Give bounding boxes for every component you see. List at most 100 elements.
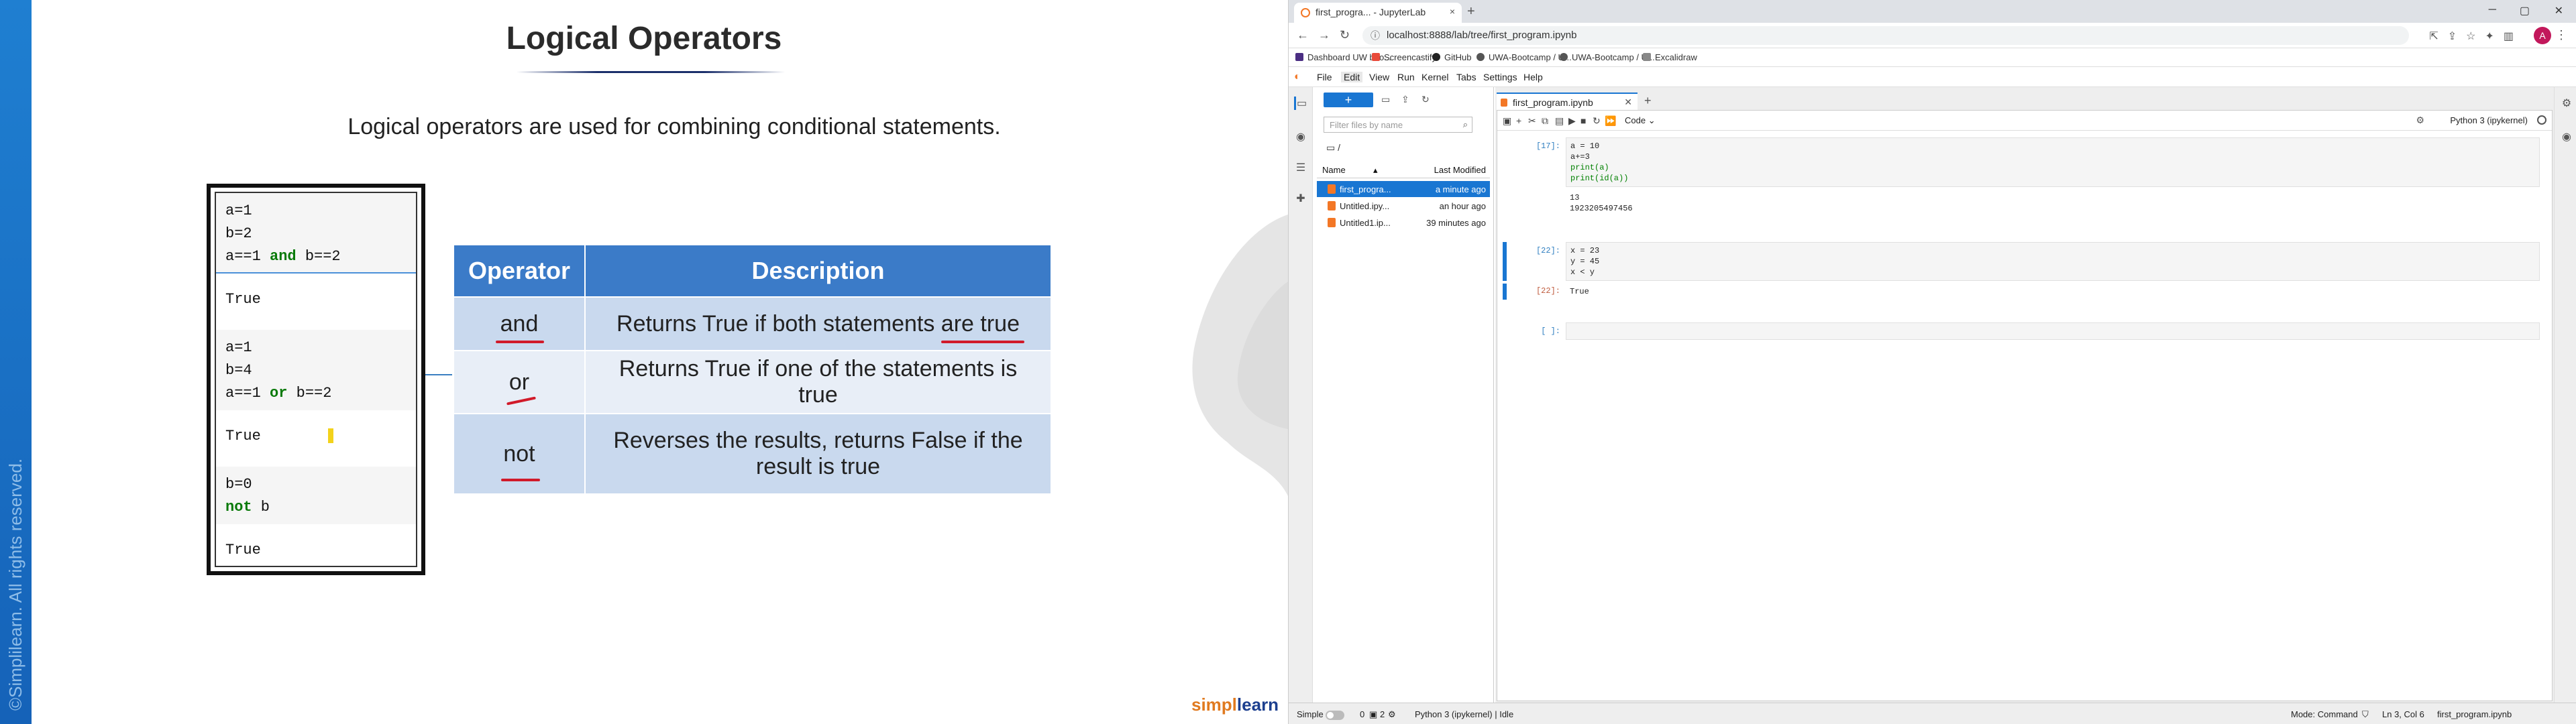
browser-tab[interactable]: first_progra... - JupyterLab × (1294, 3, 1462, 23)
upload-icon[interactable]: ⇪ (1401, 94, 1409, 105)
maximize-icon[interactable]: ▢ (2520, 4, 2530, 17)
current-file: first_program.ipynb (2437, 709, 2512, 719)
close-window-icon[interactable]: ✕ (2555, 4, 2563, 17)
file-row[interactable]: Untitled1.ip... 39 minutes ago (1317, 215, 1490, 231)
menu-file[interactable]: File (1317, 72, 1332, 82)
bookmark-item[interactable]: Excalidraw (1643, 52, 1697, 62)
output-text: True (225, 428, 261, 444)
browser-actions-icon[interactable]: ⇱⇪☆✦▥ (2429, 29, 2523, 43)
notebook-panel: ▣ + ✂ ⧉ ▤ ▶ ■ ↻ ⏩ Code ⌄ ⚙ Python 3 (ipy… (1497, 110, 2553, 701)
refresh-icon[interactable]: ↻ (1421, 94, 1430, 105)
file-row[interactable]: first_progra... a minute ago (1317, 181, 1490, 197)
code-line: print(a) (1570, 163, 1609, 172)
shield-icon: ⛉ (2362, 709, 2369, 719)
kernel-status[interactable]: Python 3 (ipykernel) | Idle (1415, 709, 1513, 719)
header-operator: Operator (453, 244, 586, 298)
close-icon[interactable]: ✕ (1624, 97, 1632, 108)
red-underline (496, 341, 544, 343)
code-cells: a=1 b=2 a==1 and b==2 True a=1 b=4 a==1 or b==… (215, 192, 417, 567)
column-modified[interactable]: Last Modified (1434, 165, 1486, 175)
menu-run[interactable]: Run (1397, 72, 1415, 82)
toggle-switch[interactable] (1326, 710, 1345, 720)
code-editor[interactable] (1566, 322, 2540, 340)
browser-menu-icon[interactable]: ⋮ (2555, 28, 2567, 42)
copy-icon[interactable]: ⧉ (1542, 115, 1548, 127)
new-folder-icon[interactable]: ▭ (1381, 94, 1390, 105)
toc-icon[interactable]: ☰ (1294, 161, 1307, 174)
stop-icon[interactable]: ■ (1580, 115, 1586, 126)
menu-kernel[interactable]: Kernel (1421, 72, 1448, 82)
kernel-name[interactable]: Python 3 (ipykernel) (2450, 115, 2528, 125)
address-bar-row: ← → ↻ ⓘ localhost:8888/lab/tree/first_pr… (1289, 23, 2576, 48)
terminal-icon: ▣ (1369, 709, 1378, 719)
file-row[interactable]: Untitled.ipy... an hour ago (1317, 198, 1490, 214)
cut-icon[interactable]: ✂ (1528, 115, 1536, 127)
code-line: y = 45 (1570, 257, 1600, 266)
red-underline (501, 479, 540, 481)
output-text: True (225, 291, 261, 308)
code-line: b=2 (225, 223, 416, 245)
code-line: a==1 and b==2 (225, 245, 416, 268)
run-icon[interactable]: ▶ (1568, 115, 1576, 127)
new-launcher-button[interactable]: + (1324, 93, 1373, 107)
sort-icon: ▴ (1373, 165, 1378, 175)
profile-avatar[interactable]: A (2534, 27, 2551, 44)
debugger-icon[interactable]: ◉ (2560, 130, 2573, 143)
search-icon: ⌕ (1462, 119, 1468, 129)
menu-view[interactable]: View (1369, 72, 1389, 82)
property-inspector-icon[interactable]: ⚙ (2560, 97, 2573, 110)
file-name: Untitled.ipy... (1340, 201, 1390, 211)
output-collapser[interactable] (1503, 284, 1507, 300)
running-icon[interactable]: ◉ (1294, 130, 1307, 143)
url-input[interactable]: ⓘ localhost:8888/lab/tree/first_program.… (1362, 26, 2409, 45)
keyword: or (270, 385, 288, 402)
output-line: 1923205497456 (1570, 204, 1633, 213)
extension-icon[interactable]: ✚ (1294, 192, 1307, 205)
fast-forward-icon[interactable]: ⏩ (1605, 115, 1616, 127)
bookmark-item[interactable]: GitHub (1432, 52, 1471, 62)
operator-cell: not (453, 413, 586, 495)
breadcrumb[interactable]: ▭ / (1326, 142, 1340, 154)
bookmark-item[interactable]: UWA-Bootcamp / U... (1477, 52, 1572, 62)
new-tab-button[interactable]: + (1644, 94, 1652, 108)
bookmark-icon (1372, 53, 1380, 61)
main-area: first_program.ipynb ✕ + ▣ + ✂ ⧉ ▤ ▶ ■ ↻ … (1495, 87, 2554, 703)
code-example-panel: a=1 b=2 a==1 and b==2 True a=1 b=4 a==1 or b==… (207, 184, 425, 575)
minimize-icon[interactable]: ─ (2489, 4, 2496, 16)
table-row: not Reverses the results, returns False … (453, 413, 1052, 495)
notebook-tab[interactable]: first_program.ipynb ✕ (1497, 93, 1638, 110)
code-editor[interactable]: x = 23 y = 45 x < y (1566, 242, 2540, 281)
chevron-down-icon: ⌄ (1648, 115, 1656, 125)
bookmark-item[interactable]: Screencastify (1372, 52, 1436, 62)
cell-type-select[interactable]: Code ⌄ (1622, 114, 1676, 127)
save-icon[interactable]: ▣ (1503, 115, 1511, 127)
bookmark-item[interactable]: UWA-Bootcamp / U... (1560, 52, 1655, 62)
column-name[interactable]: Name (1322, 165, 1346, 175)
code-text: b (252, 499, 270, 516)
back-icon[interactable]: ← (1297, 28, 1309, 42)
cursor-position[interactable]: Ln 3, Col 6 (2382, 709, 2424, 719)
insert-cell-icon[interactable]: + (1516, 115, 1521, 126)
menu-help[interactable]: Help (1523, 72, 1543, 82)
close-tab-icon[interactable]: × (1450, 6, 1455, 17)
code-text: b=0 (225, 476, 252, 493)
code-text: b=4 (225, 362, 252, 379)
menu-settings[interactable]: Settings (1483, 72, 1517, 82)
code-text: a=1 (225, 339, 252, 356)
folder-icon[interactable]: ▭ (1294, 97, 1307, 110)
menu-edit[interactable]: Edit (1341, 72, 1363, 82)
debugger-icon[interactable]: ⚙ (2416, 115, 2424, 126)
restart-icon[interactable]: ↻ (1593, 115, 1601, 127)
new-tab-button[interactable]: + (1467, 4, 1475, 19)
menu-tabs[interactable]: Tabs (1456, 72, 1477, 82)
forward-icon[interactable]: → (1318, 28, 1330, 42)
notebook-icon (1328, 184, 1336, 194)
code-editor[interactable]: a = 10 a+=3 print(a) print(id(a)) (1566, 137, 2540, 187)
paste-icon[interactable]: ▤ (1555, 115, 1564, 127)
simple-mode-toggle[interactable]: Simple (1297, 709, 1345, 720)
reload-icon[interactable]: ↻ (1340, 28, 1350, 42)
code-line: a+=3 (1570, 152, 1590, 162)
connector-line (425, 374, 452, 375)
notebook-toolbar: ▣ + ✂ ⧉ ▤ ▶ ■ ↻ ⏩ Code ⌄ ⚙ Python 3 (ipy… (1497, 111, 2552, 131)
filter-files-input[interactable]: Filter files by name ⌕ (1324, 117, 1472, 133)
